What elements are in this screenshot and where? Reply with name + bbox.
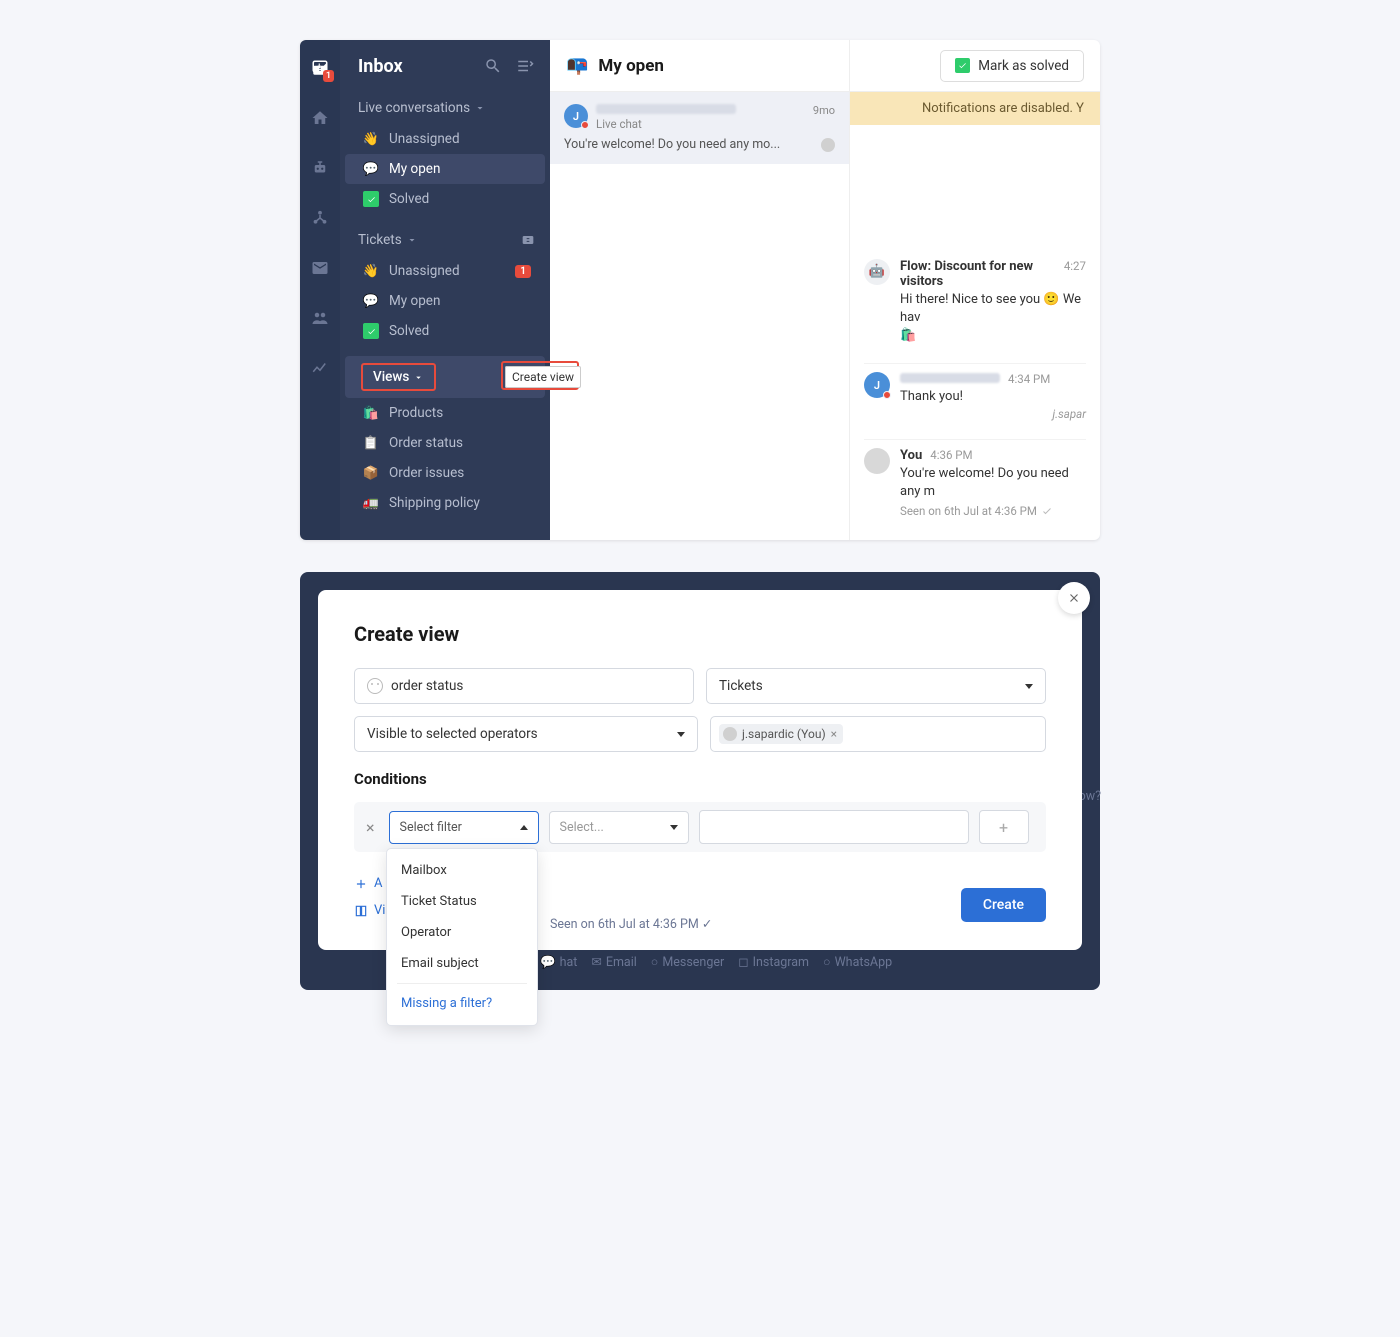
check-icon: [955, 58, 970, 73]
dropdown-option-mailbox[interactable]: Mailbox: [387, 855, 537, 886]
caret-up-icon: [520, 825, 528, 830]
emoji-picker-icon[interactable]: [367, 678, 383, 694]
chat-icon: 💬: [363, 161, 379, 177]
dropdown-option-ticketstatus[interactable]: Ticket Status: [387, 886, 537, 917]
sidebar-item-live-solved[interactable]: Solved: [345, 184, 545, 214]
conversation-time: 9mo: [813, 104, 835, 117]
message-flow: 🤖 Flow: Discount for new visitors4:27 Hi…: [864, 251, 1086, 354]
views-section-toggle[interactable]: Views: [361, 363, 436, 391]
filter-dropdown: Mailbox Ticket Status Operator Email sub…: [386, 848, 538, 1026]
preview-text: You're welcome! Do you need any mo...: [564, 137, 780, 152]
live-section-toggle[interactable]: Live conversations: [340, 92, 550, 124]
inbox-badge: 1: [323, 70, 334, 82]
conversation-list: 📭 My open J Live chat 9mo You're welcome…: [550, 40, 850, 540]
check-icon: [363, 191, 379, 207]
inbox-sidebar: Inbox Live conversations 👋Unassigned 💬My…: [340, 40, 550, 540]
seen-indicator: Seen on 6th Jul at 4:36 PM: [900, 504, 1086, 518]
ticket-add-icon[interactable]: [520, 232, 536, 248]
avatar: J: [564, 104, 588, 128]
sidebar-item-view-products[interactable]: 🛍️Products: [345, 398, 545, 428]
conditions-heading: Conditions: [354, 770, 1046, 788]
sidebar-item-view-shipping[interactable]: 🚛Shipping policy: [345, 488, 545, 518]
message-user: J 4:34 PM Thank you! j.sapar: [864, 363, 1086, 428]
nav-people-icon[interactable]: [310, 308, 330, 328]
list-toggle-icon[interactable]: [516, 57, 534, 75]
inbox-panel: 1 Inbox Live conversations 👋Unassigned 💬…: [300, 40, 1100, 540]
chat-icon: 💬: [363, 293, 379, 309]
close-button[interactable]: [1058, 582, 1090, 614]
operator-chip: j.sapardic (You) ×: [719, 724, 843, 744]
contact-name-redacted: [596, 104, 736, 114]
view-name-input[interactable]: order status: [354, 668, 694, 704]
search-icon[interactable]: [484, 57, 502, 75]
nav-mail-icon[interactable]: [310, 258, 330, 278]
sidebar-item-view-orderstatus[interactable]: 📋Order status: [345, 428, 545, 458]
conversation-item[interactable]: J Live chat 9mo You're welcome! Do you n…: [550, 92, 849, 164]
mailbox-icon: 📭: [566, 55, 588, 76]
clipboard-icon: 📋: [363, 435, 379, 451]
create-view-tooltip: Create view: [505, 366, 581, 388]
caret-down-icon: [677, 732, 685, 737]
page-title: My open: [598, 56, 664, 76]
filter-value-input[interactable]: [699, 810, 969, 844]
chip-avatar: [723, 727, 737, 741]
add-view-button[interactable]: + Create view: [521, 367, 531, 388]
wave-icon: 👋: [363, 131, 379, 147]
filter-operator-select[interactable]: Select...: [549, 811, 689, 844]
create-view-panel-bg: me now? Create view order status Tickets…: [300, 572, 1100, 990]
sidebar-item-tickets-myopen[interactable]: 💬My open: [345, 286, 545, 316]
bg-channels: 💬 hat ✉ Email ○ Messenger ◻ Instagram ○ …: [540, 954, 892, 970]
modal-title: Create view: [354, 622, 1046, 646]
check-icon: [363, 323, 379, 339]
create-button[interactable]: Create: [961, 888, 1046, 922]
nav-bot-icon[interactable]: [310, 158, 330, 178]
bot-icon: 🤖: [864, 259, 890, 285]
wave-icon: 👋: [363, 263, 379, 279]
missing-filter-link[interactable]: Missing a filter?: [387, 988, 537, 1019]
view-type-select[interactable]: Tickets: [706, 668, 1046, 704]
avatar: J: [864, 372, 890, 398]
chip-remove-icon[interactable]: ×: [831, 727, 837, 741]
mark-solved-button[interactable]: Mark as solved: [940, 50, 1084, 82]
chevron-down-icon: [474, 102, 486, 114]
chevron-down-icon: [406, 234, 418, 246]
message-you: You4:36 PM You're welcome! Do you need a…: [864, 439, 1086, 526]
conversation-detail: Mark as solved Notifications are disable…: [850, 40, 1100, 540]
nav-inbox-icon[interactable]: 1: [310, 58, 330, 78]
tickets-section-toggle[interactable]: Tickets: [358, 224, 418, 256]
nav-org-icon[interactable]: [310, 208, 330, 228]
truck-icon: 🚛: [363, 495, 379, 511]
dropdown-option-operator[interactable]: Operator: [387, 917, 537, 948]
sidebar-item-tickets-unassigned[interactable]: 👋Unassigned1: [345, 256, 545, 286]
visibility-select[interactable]: Visible to selected operators: [354, 716, 698, 752]
sidebar-item-live-unassigned[interactable]: 👋Unassigned: [345, 124, 545, 154]
sidebar-item-tickets-solved[interactable]: Solved: [345, 316, 545, 346]
notification-banner[interactable]: Notifications are disabled. Y: [850, 92, 1100, 125]
bg-seen-text: Seen on 6th Jul at 4:36 PM ✓: [550, 916, 712, 932]
channel-label: Live chat: [596, 117, 805, 131]
name-redacted: [900, 373, 1000, 383]
add-condition-button[interactable]: +: [979, 810, 1029, 844]
filter-field-select[interactable]: Select filter: [389, 811, 539, 844]
remove-condition-icon[interactable]: ×: [362, 818, 379, 837]
nav-analytics-icon[interactable]: [310, 358, 330, 378]
views-section-header: Views + Create view: [345, 356, 545, 398]
operators-field[interactable]: j.sapardic (You) ×: [710, 716, 1046, 752]
sidebar-item-view-orderissues[interactable]: 📦Order issues: [345, 458, 545, 488]
chevron-down-icon: [413, 372, 424, 383]
condition-row: × Select filter Select... + Mailbox Tick…: [354, 802, 1046, 852]
operator-avatar: [821, 138, 835, 152]
bags-icon: 🛍️: [363, 405, 379, 421]
caret-down-icon: [1025, 684, 1033, 689]
sidebar-item-live-myopen[interactable]: 💬My open: [345, 154, 545, 184]
dropdown-option-emailsubject[interactable]: Email subject: [387, 948, 537, 979]
nav-home-icon[interactable]: [310, 108, 330, 128]
caret-down-icon: [670, 825, 678, 830]
badge: 1: [515, 265, 531, 278]
package-icon: 📦: [363, 465, 379, 481]
sidebar-title: Inbox: [358, 56, 403, 77]
create-view-modal: Create view order status Tickets Visible…: [318, 590, 1082, 950]
avatar: [864, 448, 890, 474]
nav-rail: 1: [300, 40, 340, 540]
